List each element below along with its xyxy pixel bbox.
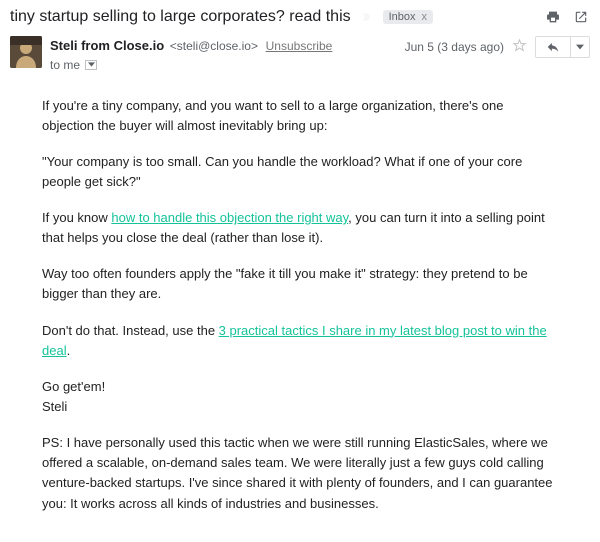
reply-button-group	[535, 36, 590, 58]
sender-meta: Steli from Close.io <steli@close.io> Uns…	[50, 36, 397, 74]
more-actions-button[interactable]	[570, 37, 589, 57]
sender-name: Steli from Close.io	[50, 38, 164, 53]
body-paragraph: Go get'em!	[42, 377, 558, 397]
recipients-expand[interactable]	[85, 60, 97, 70]
to-line-text: to me	[50, 56, 80, 74]
body-ps: PS: I have personally used this tactic w…	[42, 433, 558, 514]
email-date: Jun 5 (3 days ago)	[405, 40, 504, 54]
new-window-icon[interactable]	[572, 8, 590, 26]
body-paragraph: "Your company is too small. Can you hand…	[42, 152, 558, 192]
body-paragraph: Don't do that. Instead, use the 3 practi…	[42, 321, 558, 361]
subject-wrap: tiny startup selling to large corporates…	[10, 8, 544, 26]
email-subject: tiny startup selling to large corporates…	[10, 8, 351, 26]
body-paragraph: If you know how to handle this objection…	[42, 208, 558, 248]
importance-marker[interactable]	[361, 11, 373, 23]
link-handle-objection[interactable]: how to handle this objection the right w…	[111, 210, 348, 225]
label-chip-text: Inbox	[389, 11, 416, 23]
body-paragraph: Way too often founders apply the "fake i…	[42, 264, 558, 304]
email-header: tiny startup selling to large corporates…	[0, 0, 600, 32]
label-chip-inbox[interactable]: Inbox x	[383, 10, 433, 24]
meta-right: Jun 5 (3 days ago)	[405, 36, 590, 58]
print-icon[interactable]	[544, 8, 562, 26]
body-signature: Steli	[42, 397, 558, 417]
unsubscribe-link[interactable]: Unsubscribe	[266, 39, 333, 53]
sender-email: <steli@close.io>	[170, 39, 258, 53]
reply-button[interactable]	[536, 37, 570, 57]
to-line: to me	[50, 56, 397, 74]
email-body: If you're a tiny company, and you want t…	[0, 76, 600, 534]
sender-avatar[interactable]	[10, 36, 42, 68]
top-actions	[544, 8, 590, 26]
star-toggle[interactable]	[512, 38, 527, 57]
label-chip-remove[interactable]: x	[420, 11, 430, 23]
email-meta-row: Steli from Close.io <steli@close.io> Uns…	[0, 32, 600, 76]
body-paragraph: If you're a tiny company, and you want t…	[42, 96, 558, 136]
